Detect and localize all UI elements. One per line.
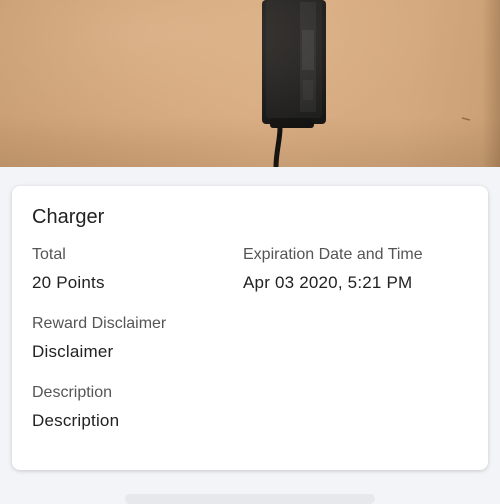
description-value: Description — [32, 411, 120, 430]
total-value: 20 Points — [32, 273, 105, 292]
total-label: Total — [32, 246, 66, 263]
reward-details-card: Charger Total 20 Points Expiration Date … — [12, 186, 488, 470]
bottom-button-partial[interactable] — [125, 494, 375, 504]
expiration-value: Apr 03 2020, 5:21 PM — [243, 273, 413, 292]
reward-title: Charger — [32, 206, 105, 228]
description-label: Description — [32, 384, 113, 401]
disclaimer-value: Disclaimer — [32, 342, 114, 361]
photo-edge — [482, 0, 500, 167]
disclaimer-label: Reward Disclaimer — [32, 315, 167, 332]
photo-shade — [0, 0, 500, 167]
expiration-label: Expiration Date and Time — [243, 246, 423, 263]
product-image — [0, 0, 500, 167]
